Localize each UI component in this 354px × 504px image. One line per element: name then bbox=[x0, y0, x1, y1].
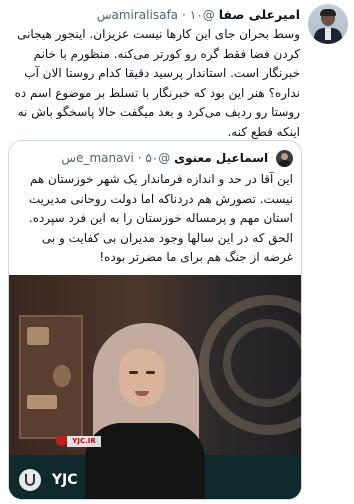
quoted-author-name[interactable]: اسماعیل معنوی bbox=[174, 151, 268, 165]
quoted-separator-dot: · bbox=[137, 151, 142, 165]
quoted-author-avatar[interactable] bbox=[276, 150, 293, 167]
tweet-text: وسط بحران جای این کارها نیست عزیزان. این… bbox=[14, 27, 300, 139]
author-avatar[interactable] bbox=[308, 4, 348, 44]
tweet-header: امیرعلی صفا @amiralisafa · ۱۰س bbox=[97, 6, 300, 24]
watermark-label: YJC bbox=[51, 472, 78, 488]
quoted-tweet-header: اسماعیل معنوی @e_manavi · ۵۰س bbox=[61, 149, 293, 167]
yjc-logo-icon bbox=[19, 469, 41, 491]
quoted-tweet-text: این آقا در حد و اندازه فرماندار یک شهر خ… bbox=[28, 172, 293, 264]
watermark: YJC bbox=[19, 469, 78, 491]
channel-badge: YJC.IR bbox=[67, 436, 101, 447]
video-thumbnail[interactable]: YJC.IR YJC bbox=[9, 275, 301, 499]
author-name[interactable]: امیرعلی صفا bbox=[219, 7, 300, 22]
channel-badge-icon bbox=[56, 435, 67, 446]
separator-dot: · bbox=[182, 8, 186, 22]
quoted-tweet[interactable]: اسماعیل معنوی @e_manavi · ۵۰س این آقا در… bbox=[8, 140, 302, 500]
news-anchor bbox=[85, 323, 205, 499]
tweet: امیرعلی صفا @amiralisafa · ۱۰س وسط بحران… bbox=[0, 0, 354, 504]
